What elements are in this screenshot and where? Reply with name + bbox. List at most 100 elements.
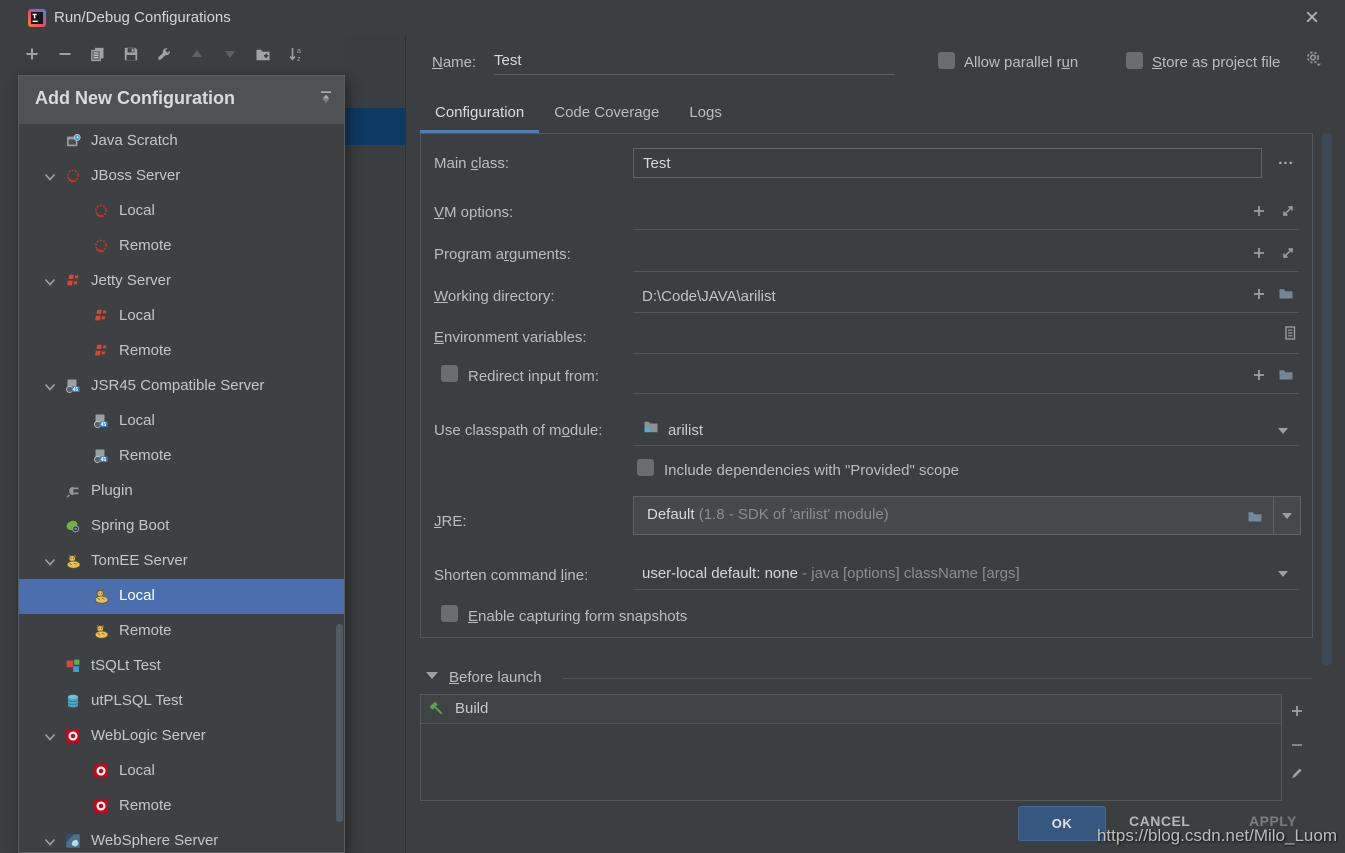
gear-icon[interactable] <box>1304 49 1324 69</box>
include-provided-checkbox[interactable] <box>637 459 654 476</box>
add-icon[interactable] <box>1251 245 1267 261</box>
edit-defaults-icon[interactable] <box>156 46 172 62</box>
folder-icon[interactable] <box>1278 366 1294 382</box>
classpath-module-combobox[interactable] <box>633 413 1299 446</box>
main-class-input[interactable] <box>633 148 1262 178</box>
chevron-down-icon[interactable] <box>43 730 57 744</box>
before-launch-remove-icon[interactable] <box>1289 737 1305 753</box>
redirect-input-checkbox[interactable] <box>441 365 458 382</box>
popup-header: Add New Configuration <box>19 76 344 124</box>
tree-item-icon <box>93 343 109 359</box>
add-icon[interactable] <box>1251 203 1267 219</box>
tree-item-websphere-server[interactable]: WebSphere Server <box>19 824 344 853</box>
chevron-down-icon[interactable] <box>43 835 57 849</box>
include-provided-label: Include dependencies with "Provided" sco… <box>664 462 959 479</box>
save-icon[interactable] <box>123 46 139 62</box>
tab-logs[interactable]: Logs <box>674 95 737 133</box>
collapse-all-icon[interactable] <box>318 89 334 105</box>
move-up-icon <box>189 46 205 62</box>
tree-item-local[interactable]: Local <box>19 754 344 789</box>
tree-item-jsr45-compatible-server[interactable]: 45 JSR45 Compatible Server <box>19 369 344 404</box>
tree-item-icon <box>93 798 109 814</box>
redirect-input-label: Redirect input from: <box>468 368 599 385</box>
name-input[interactable] <box>494 46 895 75</box>
tree-scrollbar[interactable] <box>336 624 343 822</box>
tree-item-remote[interactable]: Remote <box>19 334 344 369</box>
before-launch-add-icon[interactable] <box>1289 703 1305 719</box>
shorten-command-line-value: user-local default: none <box>642 565 798 582</box>
add-icon[interactable] <box>24 46 40 62</box>
copy-icon[interactable] <box>90 46 106 62</box>
tab-code-coverage[interactable]: Code Coverage <box>539 95 674 133</box>
tree-item-icon: 45 <box>65 378 81 394</box>
jre-label: JRE: <box>434 513 467 530</box>
tree-item-local[interactable]: Local <box>19 299 344 334</box>
add-icon[interactable] <box>1251 286 1267 302</box>
tree-item-utplsql-test[interactable]: utPLSQL Test <box>19 684 344 719</box>
jre-combobox[interactable]: Default (1.8 - SDK of 'arilist' module) <box>633 496 1301 535</box>
classpath-module-label: Use classpath of module: <box>434 422 602 439</box>
new-folder-icon[interactable] <box>255 46 271 62</box>
tree-item-label: Local <box>119 202 155 219</box>
tab-configuration[interactable]: Configuration <box>420 95 539 133</box>
tree-unfocused-selection <box>345 108 405 145</box>
store-as-project-file-checkbox[interactable] <box>1126 52 1143 69</box>
redirect-input-input[interactable] <box>633 361 1299 394</box>
tree-item-weblogic-server[interactable]: WebLogic Server <box>19 719 344 754</box>
before-launch-edit-icon[interactable] <box>1288 766 1304 782</box>
tree-item-spring-boot[interactable]: Spring Boot <box>19 509 344 544</box>
folder-icon[interactable] <box>1247 508 1263 524</box>
svg-text:a: a <box>297 48 301 55</box>
before-launch-collapse-icon[interactable] <box>426 672 438 679</box>
configuration-form-panel: Main class: ... VM options: Program argu… <box>420 133 1313 638</box>
before-launch-item[interactable]: Build <box>421 695 1281 724</box>
before-launch-separator <box>563 678 1312 679</box>
window-title: Run/Debug Configurations <box>54 9 231 26</box>
jre-dropdown-button[interactable] <box>1273 497 1300 534</box>
chevron-down-icon[interactable] <box>43 275 57 289</box>
browse-main-class-button[interactable]: ... <box>1273 151 1299 168</box>
folder-icon[interactable] <box>1278 285 1294 301</box>
environment-variables-input[interactable] <box>633 321 1299 354</box>
add-new-configuration-popup: Add New Configuration Java Scratch JBoss… <box>18 75 345 853</box>
tree-item-remote[interactable]: Remote <box>19 229 344 264</box>
tree-item-tsqlt-test[interactable]: tSQLt Test <box>19 649 344 684</box>
tree-item-label: Remote <box>119 797 172 814</box>
store-as-project-file-label: Store as project file <box>1152 54 1280 71</box>
chevron-down-icon[interactable] <box>43 380 57 394</box>
tree-item-icon <box>65 728 81 744</box>
tree-item-label: TomEE Server <box>91 552 188 569</box>
tree-item-jetty-server[interactable]: Jetty Server <box>19 264 344 299</box>
ok-button[interactable]: OK <box>1018 806 1106 841</box>
tree-item-remote[interactable]: Remote <box>19 789 344 824</box>
shorten-command-line-label: Shorten command line: <box>434 567 588 584</box>
tree-item-remote[interactable]: 45 Remote <box>19 439 344 474</box>
chevron-down-icon[interactable] <box>43 555 57 569</box>
tree-item-local[interactable]: 45 Local <box>19 404 344 439</box>
enable-snapshots-checkbox[interactable] <box>441 605 458 622</box>
chevron-down-icon[interactable] <box>1278 571 1288 577</box>
allow-parallel-run-checkbox[interactable] <box>938 52 955 69</box>
shorten-command-line-hint: - java [options] className [args] <box>798 565 1020 582</box>
tree-item-remote[interactable]: Remote <box>19 614 344 649</box>
chevron-down-icon[interactable] <box>1278 428 1288 434</box>
vm-options-input[interactable] <box>633 197 1299 230</box>
tree-item-java-scratch[interactable]: Java Scratch <box>19 124 344 159</box>
sort-alphabetically-icon[interactable]: az <box>288 46 304 62</box>
tree-item-tomee-server[interactable]: TomEE Server <box>19 544 344 579</box>
tree-item-label: Plugin <box>91 482 133 499</box>
svg-text:45: 45 <box>101 422 107 428</box>
list-icon[interactable] <box>1282 325 1298 341</box>
tree-item-jboss-server[interactable]: JBoss Server <box>19 159 344 194</box>
expand-icon[interactable] <box>1280 245 1296 261</box>
tree-item-plugin[interactable]: Plugin <box>19 474 344 509</box>
add-icon[interactable] <box>1251 367 1267 383</box>
program-arguments-input[interactable] <box>633 239 1299 272</box>
tree-item-local[interactable]: Local <box>19 579 344 614</box>
settings-scrollbar[interactable] <box>1322 133 1332 665</box>
chevron-down-icon[interactable] <box>43 170 57 184</box>
close-icon[interactable]: × <box>1298 4 1326 32</box>
tree-item-local[interactable]: Local <box>19 194 344 229</box>
expand-icon[interactable] <box>1280 203 1296 219</box>
remove-icon[interactable] <box>57 46 73 62</box>
